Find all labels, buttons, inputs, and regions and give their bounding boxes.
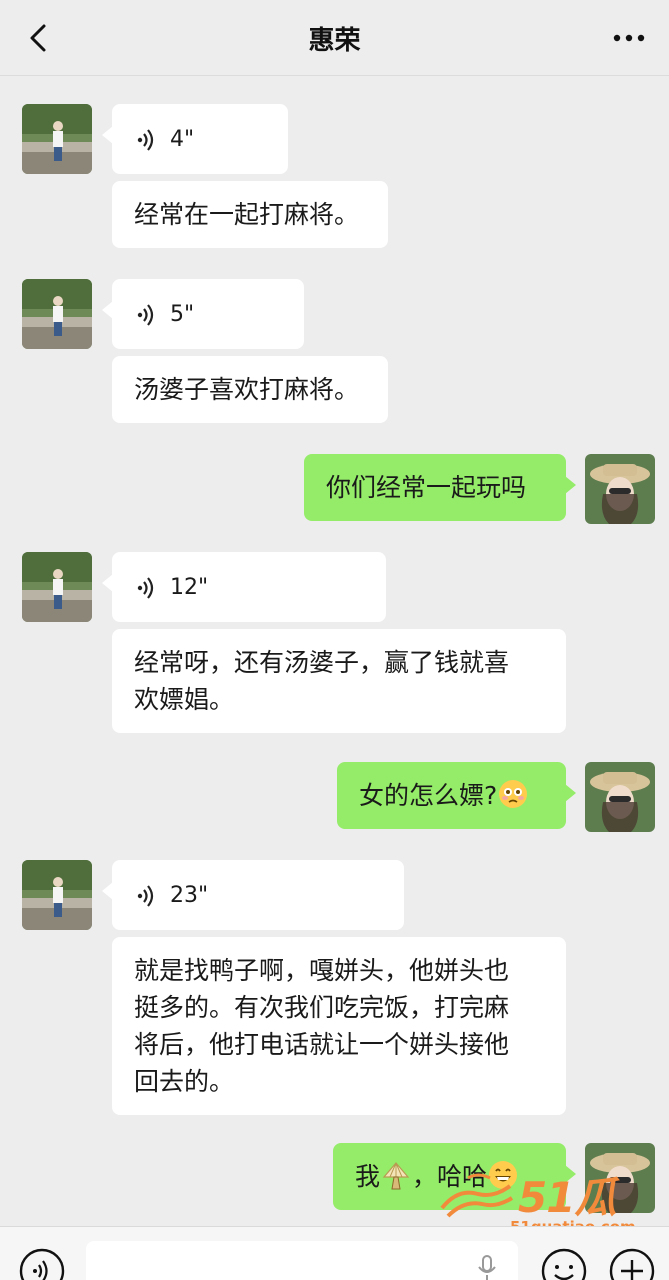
text-message[interactable]: 就是找鸭子啊，嘎姘头，他姘头也 挺多的。有次我们吃完饭，打完麻 将后，他打电话就… xyxy=(112,937,566,1115)
voice-wave-icon xyxy=(134,126,160,152)
my-avatar[interactable] xyxy=(585,454,655,524)
more-button[interactable] xyxy=(609,22,649,54)
message-line: 就是找鸭子啊，嘎姘头，他姘头也 xyxy=(134,956,510,985)
voice-message[interactable]: 4" xyxy=(102,104,288,174)
voice-duration: 23" xyxy=(170,882,209,908)
message-line: 欢嫖娼。 xyxy=(134,685,235,714)
voice-duration: 12" xyxy=(170,574,209,600)
my-avatar-image xyxy=(585,454,655,524)
emoji-icon xyxy=(541,1248,587,1280)
voice-toggle-button[interactable] xyxy=(18,1247,66,1280)
contact-avatar[interactable] xyxy=(22,104,92,174)
voice-message[interactable]: 23" xyxy=(102,860,404,930)
contact-avatar-image xyxy=(22,552,92,622)
sent-text-message[interactable]: 你们经常一起玩吗 xyxy=(304,454,576,521)
contact-avatar-image xyxy=(22,279,92,349)
message-line: 回去的。 xyxy=(134,1067,235,1096)
message-text: 经常在一起打麻将。 xyxy=(134,200,360,229)
more-dots-icon xyxy=(613,34,645,42)
microphone-icon xyxy=(478,1255,496,1280)
sent-text-message[interactable]: 女的怎么嫖? xyxy=(337,762,576,829)
voice-wave-icon xyxy=(134,574,160,600)
message-line: 挺多的。有次我们吃完饭，打完麻 xyxy=(134,993,510,1022)
contact-avatar-image xyxy=(22,104,92,174)
message-text: 汤婆子喜欢打麻将。 xyxy=(134,375,360,404)
contact-avatar-image xyxy=(22,860,92,930)
voice-wave-icon xyxy=(134,882,160,908)
watermark-wave-icon xyxy=(440,1173,514,1218)
voice-message[interactable]: 12" xyxy=(102,552,386,622)
voice-duration: 5" xyxy=(170,301,195,327)
message-text-part: 我 xyxy=(355,1162,381,1191)
input-bar xyxy=(0,1226,669,1280)
fan-icon xyxy=(380,1159,412,1191)
microphone-button[interactable] xyxy=(472,1253,502,1280)
voice-toggle-icon xyxy=(19,1248,65,1280)
flushed-face-icon xyxy=(497,778,529,810)
text-message[interactable]: 经常在一起打麻将。 xyxy=(112,181,388,248)
message-line: 经常呀，还有汤婆子，赢了钱就喜 xyxy=(134,648,510,677)
text-message[interactable]: 经常呀，还有汤婆子，赢了钱就喜 欢嫖娼。 xyxy=(112,629,566,733)
my-avatar[interactable] xyxy=(585,762,655,832)
contact-avatar[interactable] xyxy=(22,552,92,622)
voice-wave-icon xyxy=(134,301,160,327)
chat-title: 惠荣 xyxy=(308,26,361,56)
chat-screen: 惠荣 4" 经常在一起打麻将。 5" 汤婆子喜欢打麻将。 你们经常一起玩吗 12… xyxy=(0,0,669,1280)
emoji-button[interactable] xyxy=(540,1247,588,1280)
voice-message[interactable]: 5" xyxy=(102,279,304,349)
plus-button[interactable] xyxy=(608,1247,656,1280)
plus-icon xyxy=(609,1248,655,1280)
message-text: 女的怎么嫖? xyxy=(359,781,498,810)
message-text: 你们经常一起玩吗 xyxy=(326,473,527,502)
my-avatar-image xyxy=(585,762,655,832)
contact-avatar[interactable] xyxy=(22,279,92,349)
chat-header: 惠荣 xyxy=(0,0,669,76)
voice-duration: 4" xyxy=(170,126,195,152)
message-input[interactable] xyxy=(86,1241,518,1280)
contact-avatar[interactable] xyxy=(22,860,92,930)
message-line: 将后，他打电话就让一个姘头接他 xyxy=(134,1030,510,1059)
text-message[interactable]: 汤婆子喜欢打麻将。 xyxy=(112,356,388,423)
